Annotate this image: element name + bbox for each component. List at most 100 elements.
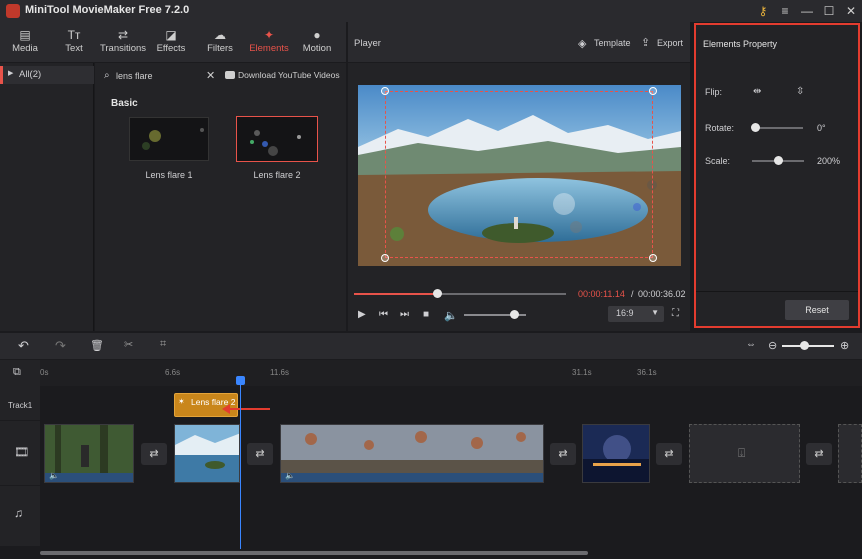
video-track-icon: 🎞 (14, 445, 30, 459)
elements-property-panel (694, 23, 860, 328)
zoom-out-icon[interactable]: ⊖ (768, 339, 777, 352)
timeline-scrollbar[interactable] (40, 551, 588, 555)
export-icon: ⇪ (641, 37, 651, 49)
playback-progress-knob[interactable] (432, 289, 442, 298)
resize-handle[interactable] (649, 87, 657, 95)
undo-icon[interactable]: ↶ (18, 338, 29, 354)
section-heading: Basic (111, 98, 138, 109)
tab-motion[interactable]: ● Motion (292, 24, 342, 60)
video-clip-night[interactable] (582, 424, 650, 483)
app-logo-icon (6, 4, 20, 18)
next-frame-icon[interactable]: ⏭ (400, 309, 409, 320)
text-icon: Tт (67, 28, 81, 42)
fullscreen-icon[interactable]: ⛶ (672, 308, 679, 319)
close-button[interactable]: ✕ (840, 2, 862, 20)
empty-clip-slot[interactable]: ⍗ (689, 424, 800, 483)
zoom-knob[interactable] (800, 341, 809, 350)
flip-label: Flip: (705, 87, 723, 97)
video-clip-lake[interactable] (174, 424, 240, 483)
panel-title: Elements Property (703, 39, 778, 49)
lens-flare-2-thumbnail[interactable] (236, 116, 318, 162)
clip-balloons-thumbnail (281, 425, 543, 482)
flip-horizontal-icon[interactable]: ⇹ (753, 86, 761, 97)
ruler-tick: 11.6s (270, 368, 289, 377)
playhead-line[interactable] (240, 380, 241, 556)
sidebar-item-all[interactable]: ▶ All(2) (0, 66, 94, 84)
player-title: Player (354, 38, 381, 49)
motion-icon: ● (313, 28, 321, 42)
effects-icon: ◪ (165, 28, 177, 42)
download-youtube-link[interactable]: Download YouTube Videos (238, 70, 340, 80)
empty-clip-slot[interactable] (838, 424, 862, 483)
rotate-label: Rotate: (705, 123, 735, 133)
music-icon: ♫ (14, 506, 23, 520)
transition-button[interactable]: ⇄ (806, 443, 832, 465)
element-bounding-box[interactable] (385, 91, 653, 258)
reset-button[interactable]: Reset (785, 300, 849, 320)
redo-icon[interactable]: ↷ (55, 338, 66, 354)
rotate-knob[interactable] (751, 123, 760, 132)
export-button[interactable]: Export (657, 38, 683, 48)
playhead-handle[interactable] (236, 376, 245, 385)
player-header (348, 22, 690, 62)
tab-effects[interactable]: ◪ Effects (146, 24, 196, 60)
previous-frame-icon[interactable]: ⏮ (379, 309, 388, 320)
tab-text[interactable]: Tт Text (49, 24, 99, 60)
ruler-tick: 6.6s (165, 368, 181, 377)
resize-handle[interactable] (381, 254, 389, 262)
volume-icon[interactable]: 🔈 (444, 309, 458, 322)
tab-elements[interactable]: ✦ Elements (244, 24, 294, 60)
stop-icon[interactable]: ■ (423, 309, 429, 320)
rotate-slider[interactable] (755, 127, 803, 129)
transition-button[interactable]: ⇄ (550, 443, 576, 465)
menu-icon[interactable]: ≡ (774, 2, 796, 20)
tab-transitions[interactable]: ⇄ Transitions (97, 24, 149, 60)
video-clip-forest[interactable]: 🔈 (44, 424, 134, 483)
video-clip-balloons[interactable]: 🔈 (280, 424, 544, 483)
time-separator: / (631, 289, 634, 299)
activation-key-icon[interactable]: ⚷ (752, 2, 774, 20)
ruler-tick: 0s (40, 368, 49, 377)
playback-progress-fill (354, 293, 437, 295)
clear-search-icon[interactable]: ✕ (206, 69, 215, 82)
scale-knob[interactable] (774, 156, 783, 165)
resize-handle[interactable] (381, 87, 389, 95)
thumbnail-label: Lens flare 2 (253, 170, 301, 180)
annotation-arrow (222, 404, 270, 414)
transition-button[interactable]: ⇄ (247, 443, 273, 465)
tab-media[interactable]: ▤ Media (0, 24, 50, 60)
ruler-tick: 31.1s (572, 368, 592, 377)
template-button[interactable]: Template (594, 38, 631, 48)
rotate-value: 0° (817, 123, 826, 133)
lens-flare-1-preview (142, 128, 204, 150)
search-icon: ⌕ (104, 70, 110, 81)
transition-button[interactable]: ⇄ (141, 443, 167, 465)
audio-track (0, 486, 862, 546)
volume-knob[interactable] (509, 310, 519, 319)
clip-lake-thumbnail (175, 425, 239, 482)
minimize-button[interactable]: — (796, 2, 818, 20)
play-icon[interactable]: ▶ (358, 309, 366, 320)
timeline-ruler (0, 360, 862, 386)
resize-handle[interactable] (649, 254, 657, 262)
tab-filters[interactable]: ☁ Filters (195, 24, 245, 60)
elements-icon: ✦ (263, 28, 275, 42)
clip-night-thumbnail (583, 425, 649, 482)
add-track-icon[interactable]: ⧉ (13, 366, 21, 379)
flip-vertical-icon[interactable]: ⇳ (796, 86, 804, 97)
app-title: MiniTool MovieMaker Free 7.2.0 (25, 4, 190, 16)
fit-timeline-icon[interactable]: ⇔ (746, 339, 756, 350)
zoom-in-icon[interactable]: ⊕ (840, 339, 849, 352)
track1-label: Track1 (8, 401, 33, 410)
delete-icon[interactable]: 🗑 (90, 339, 104, 352)
maximize-button[interactable]: ☐ (818, 2, 840, 20)
scale-value: 200% (817, 156, 841, 166)
aspect-ratio-select[interactable]: 16:9 ▼ (608, 306, 664, 322)
folder-icon: ▤ (19, 28, 31, 42)
search-input[interactable] (116, 70, 202, 82)
transition-button[interactable]: ⇄ (656, 443, 682, 465)
lens-flare-1-thumbnail[interactable] (129, 117, 209, 161)
element-track (0, 386, 862, 420)
split-icon[interactable]: ✂ (124, 338, 133, 351)
crop-icon[interactable]: ⌗ (160, 338, 166, 351)
